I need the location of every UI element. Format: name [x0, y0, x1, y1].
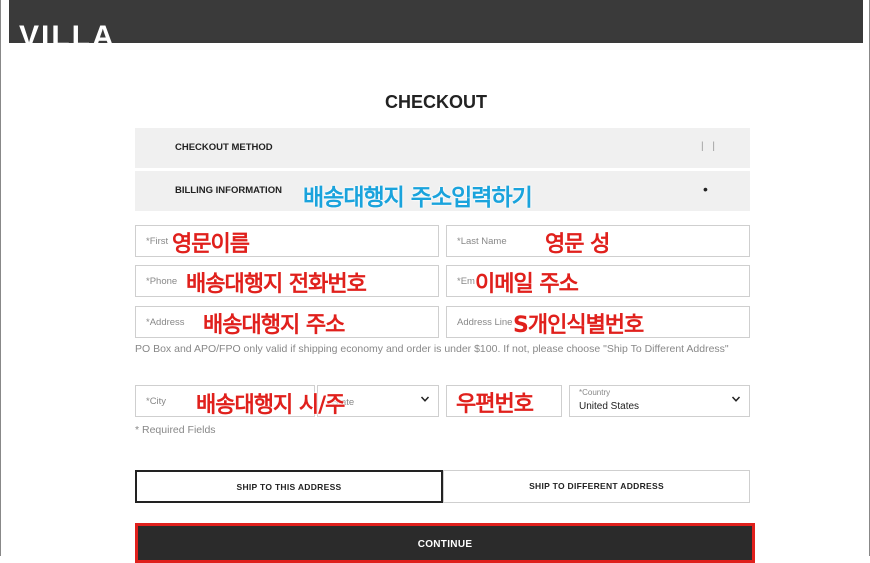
step-label: BILLING INFORMATION — [175, 185, 282, 196]
chevron-down-icon — [420, 396, 430, 402]
continue-button[interactable]: CONTINUE — [135, 523, 755, 563]
last-name-placeholder: *Last Name — [457, 236, 507, 247]
chevron-down-icon — [731, 396, 741, 402]
city-placeholder: *City — [146, 396, 167, 407]
zip-field[interactable]: 우편번호 — [446, 385, 562, 417]
step-checkout-method[interactable]: CHECKOUT METHOD | | — [135, 128, 750, 168]
annotation-overlay: 배송대행지 주소입력하기 — [303, 185, 533, 211]
address-field[interactable]: *Address 배송대행지 주소 — [135, 306, 439, 338]
phone-placeholder: *Phone — [146, 276, 178, 287]
site-header: VILLA — [9, 0, 863, 43]
villa-logo[interactable]: VILLA — [19, 22, 116, 44]
annotation-overlay: 영문 성 — [545, 232, 610, 257]
step-billing-information[interactable]: BILLING INFORMATION 배송대행지 주소입력하기 • — [135, 171, 750, 211]
address-line-2-field[interactable]: Address Line S개인식별번호 — [446, 306, 750, 338]
country-select[interactable]: *Country United States — [569, 385, 750, 417]
po-box-note: PO Box and APO/FPO only valid if shippin… — [135, 343, 729, 355]
annotation-overlay: 이메일 주소 — [475, 272, 579, 297]
address-placeholder: *Address — [146, 317, 185, 328]
country-value: United States — [579, 401, 640, 412]
first-name-field[interactable]: *First 영문이름 — [135, 225, 439, 257]
page-title: CHECKOUT — [385, 92, 487, 112]
phone-field[interactable]: *Phone 배송대행지 전화번호 — [135, 265, 439, 297]
step-label: CHECKOUT METHOD — [175, 142, 273, 153]
annotation-overlay: 영문이름 — [172, 232, 250, 257]
address-line-2-placeholder: Address Line — [457, 317, 513, 328]
continue-label: CONTINUE — [417, 539, 473, 550]
email-field[interactable]: *Em 이메일 주소 — [446, 265, 750, 297]
annotation-overlay: 배송대행지 주소 — [203, 313, 345, 338]
required-fields-note: * Required Fields — [135, 424, 216, 436]
email-placeholder: *Em — [457, 276, 475, 287]
annotation-overlay: 우편번호 — [456, 392, 534, 417]
last-name-field[interactable]: *Last Name 영문 성 — [446, 225, 750, 257]
annotation-overlay: 배송대행지 전화번호 — [186, 272, 367, 297]
annotation-overlay: 배송대행지 시/주 — [196, 393, 345, 418]
country-label: *Country — [579, 388, 611, 397]
annotation-overlay: S개인식별번호 — [513, 313, 644, 338]
ship-to-this-address-button[interactable]: SHIP TO THIS ADDRESS — [135, 470, 443, 503]
first-name-placeholder: *First — [146, 236, 169, 247]
step-status-marker: | | — [701, 141, 718, 152]
page-frame: VILLA CHECKOUT CHECKOUT METHOD | | BILLI… — [0, 0, 870, 563]
step-status-marker: • — [703, 181, 708, 197]
ship-to-different-address-button[interactable]: SHIP TO DIFFERENT ADDRESS — [443, 470, 750, 503]
